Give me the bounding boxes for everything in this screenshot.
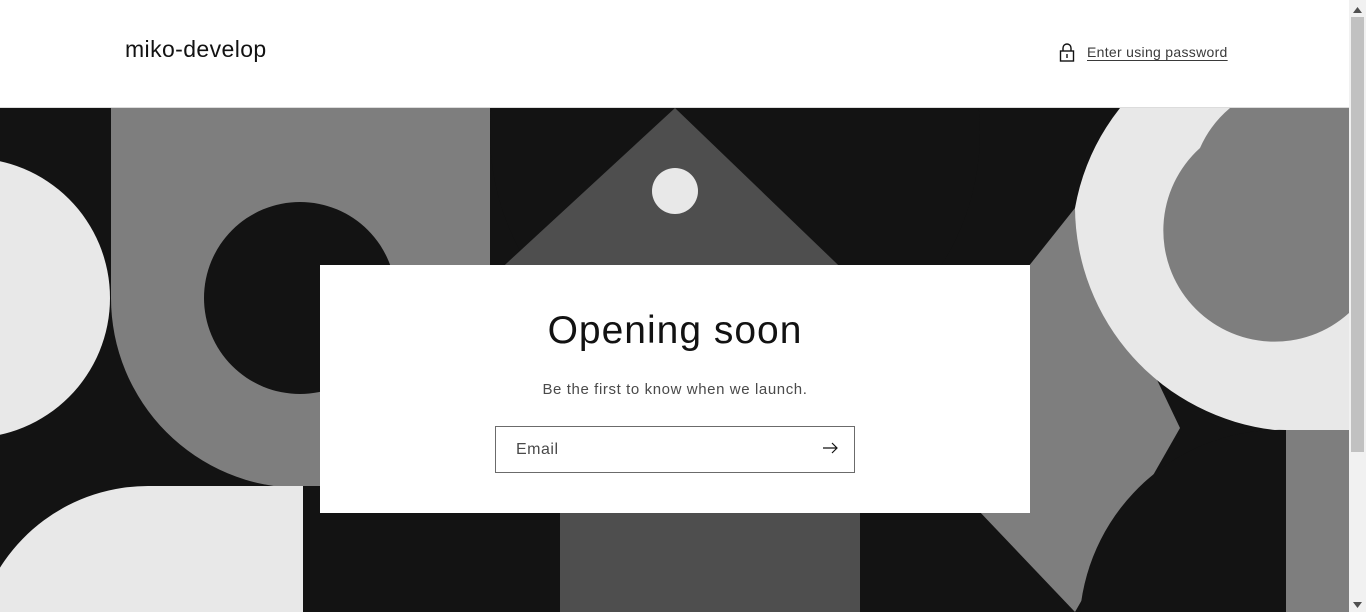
newsletter-form — [495, 426, 855, 473]
subscribe-button[interactable] — [808, 427, 854, 472]
lock-icon — [1058, 42, 1076, 62]
scroll-thumb[interactable] — [1351, 17, 1364, 452]
email-input[interactable] — [496, 427, 806, 472]
opening-soon-card: Opening soon Be the first to know when w… — [320, 265, 1030, 513]
page-title: Opening soon — [547, 309, 803, 352]
page-subtitle: Be the first to know when we launch. — [542, 381, 808, 398]
triangle-up-icon — [1353, 0, 1362, 18]
enter-password-link[interactable]: Enter using password — [1058, 42, 1228, 62]
store-name-link[interactable]: miko-develop — [125, 36, 267, 63]
site-header: miko-develop Enter using password — [0, 0, 1349, 108]
arrow-right-icon — [823, 442, 839, 457]
vertical-scrollbar[interactable] — [1349, 0, 1366, 612]
triangle-down-icon — [1353, 595, 1362, 612]
scroll-down-button[interactable] — [1349, 595, 1366, 612]
page: miko-develop Enter using password Openin… — [0, 0, 1366, 612]
scroll-up-button[interactable] — [1349, 0, 1366, 17]
enter-password-label: Enter using password — [1087, 44, 1228, 60]
